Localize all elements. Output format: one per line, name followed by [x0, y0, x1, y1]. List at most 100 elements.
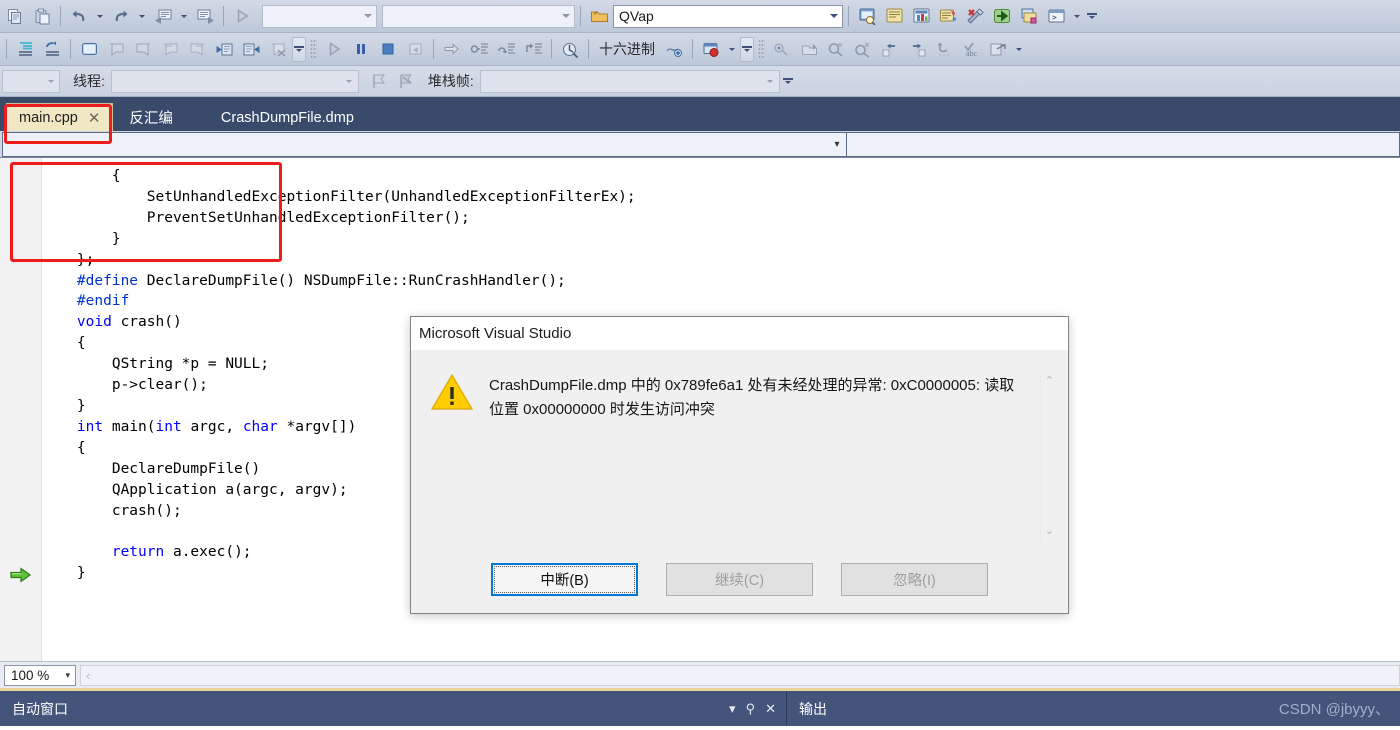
close-icon[interactable]: ✕ — [765, 701, 776, 717]
breakpoints-icon[interactable] — [698, 37, 724, 62]
tab-crashdumpfile-dmp[interactable]: CrashDumpFile.dmp — [209, 104, 366, 131]
find-in-window-icon[interactable] — [854, 4, 880, 29]
scroll-down-icon[interactable]: ⌄ — [1045, 526, 1054, 537]
class-view-icon[interactable] — [1016, 4, 1042, 29]
toolbox-icon[interactable] — [908, 4, 934, 29]
tab-disassembly[interactable]: 反汇编 — [117, 104, 185, 131]
next-bookmark-folder-icon[interactable] — [184, 37, 210, 62]
pin-icon[interactable]: ⚲ — [746, 701, 756, 717]
startup-project-combo[interactable]: QVap — [613, 4, 843, 28]
break-button[interactable]: 中断(B) — [491, 562, 638, 596]
command-window-icon[interactable]: > — [1043, 4, 1069, 29]
external-code-icon[interactable] — [985, 37, 1011, 62]
start-debug-icon[interactable] — [229, 4, 255, 29]
splitter-chevron-icon[interactable]: ‹ — [81, 668, 95, 683]
toolbar-overflow-dropdown-icon-2[interactable] — [1012, 37, 1026, 62]
solution-platform-combo[interactable] — [382, 4, 575, 28]
code-token: { — [111, 168, 121, 184]
tab-main-cpp[interactable]: main.cpp ✕ — [6, 103, 114, 131]
next-bookmark-icon[interactable] — [130, 37, 156, 62]
prev-bookmark-folder-icon[interactable] — [157, 37, 183, 62]
chevron-down-icon[interactable] — [825, 14, 842, 18]
close-icon[interactable]: ✕ — [88, 109, 101, 127]
breakpoints-dropdown-icon[interactable] — [725, 37, 739, 62]
toolbar-separator-2 — [223, 6, 224, 26]
code-token: #define — [76, 272, 139, 289]
flag-thread-icon[interactable] — [366, 69, 392, 94]
navigate-forward-icon[interactable] — [192, 4, 218, 29]
next-bookmark-in-file-icon[interactable] — [238, 37, 264, 62]
member-navigation-combo[interactable] — [847, 132, 1400, 157]
toolbar-options-icon[interactable] — [1085, 4, 1099, 29]
zoom-level-combo[interactable]: 100 % ▾ — [4, 664, 76, 686]
thread-label: 线程: — [73, 73, 105, 89]
step-out-icon[interactable] — [520, 37, 546, 62]
editor-navigation-bar: ▾ — [0, 131, 1400, 158]
process-combo[interactable] — [2, 69, 60, 93]
chevron-down-icon — [557, 14, 574, 18]
step-into-specific-icon[interactable] — [877, 37, 903, 62]
dialog-scrollbar[interactable]: ⌃ ⌄ — [1040, 370, 1058, 545]
undo-icon[interactable] — [66, 4, 92, 29]
horizontal-splitter[interactable]: ‹ — [80, 664, 1400, 686]
chevron-down-icon[interactable]: ▾ — [65, 670, 75, 681]
thread-combo[interactable] — [110, 69, 359, 93]
navigate-backward-dropdown-icon[interactable] — [177, 4, 191, 29]
undo-dropdown-icon[interactable] — [93, 4, 107, 29]
prev-bookmark-icon[interactable] — [103, 37, 129, 62]
chevron-down-icon[interactable]: ▾ — [729, 701, 736, 717]
unflag-thread-icon[interactable] — [393, 69, 419, 94]
toolbar-grip[interactable] — [310, 39, 317, 59]
stackframe-combo[interactable] — [479, 69, 780, 93]
undo-indent-icon[interactable] — [39, 37, 65, 62]
break-all-icon[interactable] — [348, 37, 374, 62]
step-over-icon[interactable] — [493, 37, 519, 62]
tab-output-window[interactable]: 输出 — [787, 699, 839, 719]
clear-bookmarks-icon[interactable] — [265, 37, 291, 62]
copy-icon[interactable] — [2, 4, 28, 29]
bookmarks-overflow-icon[interactable] — [292, 36, 306, 62]
export-icon[interactable] — [989, 4, 1015, 29]
spell-check-icon[interactable]: abc — [958, 37, 984, 62]
properties-window-icon[interactable] — [881, 4, 907, 29]
continue-button[interactable]: 继续(C) — [666, 562, 813, 596]
scroll-up-icon[interactable]: ⌃ — [1045, 376, 1054, 387]
continue-icon[interactable] — [321, 37, 347, 62]
paste-icon[interactable] — [29, 4, 55, 29]
chevron-down-icon[interactable]: ▾ — [828, 139, 846, 150]
location-toolbar-overflow-icon[interactable] — [781, 69, 795, 94]
code-token: argc, — [181, 418, 243, 435]
toolbar-overflow-dropdown-icon[interactable] — [1070, 4, 1084, 29]
warning-triangle-icon — [430, 370, 475, 545]
toolbar-grip-2[interactable] — [758, 39, 765, 59]
quickwatch-icon[interactable] — [850, 37, 876, 62]
tab-label: 反汇编 — [129, 111, 173, 127]
locals-window-icon[interactable] — [823, 37, 849, 62]
indent-guides-icon[interactable] — [12, 37, 38, 62]
restart-icon[interactable] — [402, 37, 428, 62]
watch-window-icon[interactable] — [796, 37, 822, 62]
chevron-down-icon — [762, 79, 779, 83]
step-into-icon[interactable] — [466, 37, 492, 62]
scope-navigation-combo[interactable]: ▾ — [2, 132, 847, 157]
hex-display-icon[interactable] — [557, 37, 583, 62]
stop-debugging-icon[interactable] — [375, 37, 401, 62]
thread-marker-icon[interactable] — [661, 37, 687, 62]
solution-explorer-icon[interactable] — [935, 4, 961, 29]
immediate-window-icon[interactable] — [769, 37, 795, 62]
debug-overflow-icon[interactable] — [740, 36, 754, 62]
navigate-backward-icon[interactable] — [150, 4, 176, 29]
editor-gutter[interactable] — [0, 158, 42, 661]
tab-autos-window[interactable]: 自动窗口 — [0, 699, 80, 719]
toolbar-separator-4 — [551, 39, 552, 59]
prev-bookmark-in-file-icon[interactable] — [211, 37, 237, 62]
tools-options-icon[interactable] — [962, 4, 988, 29]
solution-config-combo[interactable] — [262, 4, 377, 28]
ignore-button[interactable]: 忽略(I) — [841, 562, 988, 596]
set-next-statement-icon[interactable] — [931, 37, 957, 62]
step-over-specific-icon[interactable] — [904, 37, 930, 62]
new-bookmark-icon[interactable] — [76, 37, 102, 62]
redo-icon[interactable] — [108, 4, 134, 29]
show-next-statement-icon[interactable] — [439, 37, 465, 62]
redo-dropdown-icon[interactable] — [135, 4, 149, 29]
